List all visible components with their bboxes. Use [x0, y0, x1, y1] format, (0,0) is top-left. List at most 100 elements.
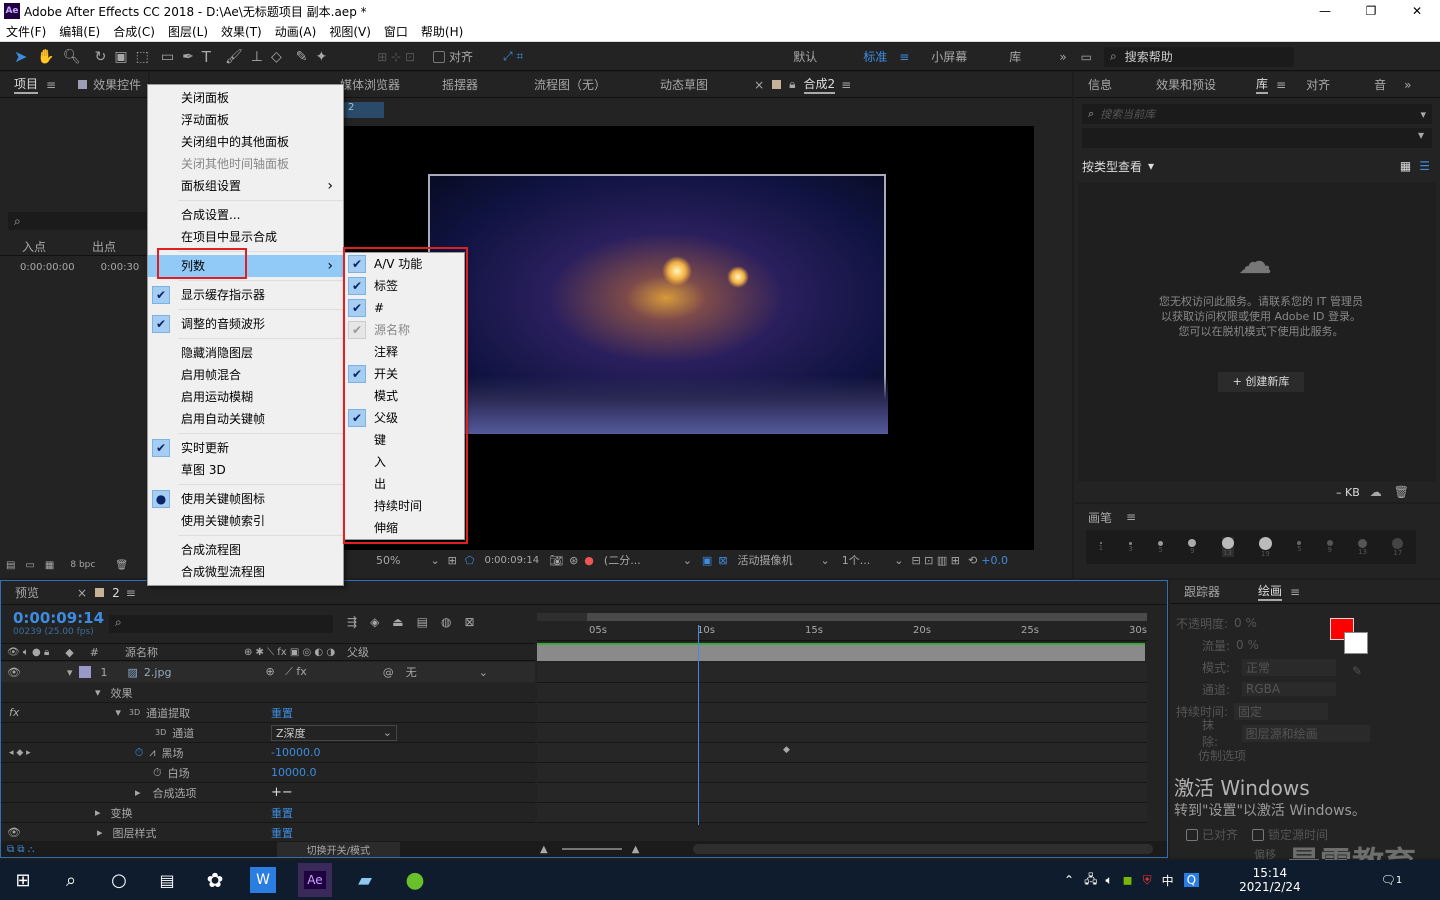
search-help-field[interactable]: ⌕ 搜索帮助 [1104, 46, 1294, 67]
menu-file[interactable]: 文件(F) [6, 23, 46, 40]
reset-exposure-icon[interactable]: ⟲ [968, 554, 977, 567]
new-folder-icon[interactable]: ▭ [25, 560, 34, 571]
timeline-timecode[interactable]: 0:00:09:14 [13, 609, 104, 627]
grid-toggle-icon[interactable]: ⊞ [448, 554, 457, 567]
frame-blending-icon[interactable]: ▤ [417, 615, 428, 629]
menu-edit[interactable]: 编辑(E) [59, 23, 100, 40]
rectangle-tool-icon[interactable]: ▭ [161, 49, 174, 65]
lock-icon[interactable]: 🔒︎ [789, 77, 795, 92]
eye-icon[interactable]: 👁︎ [7, 826, 21, 839]
brush-tool-icon[interactable]: 🖌︎ [225, 49, 243, 65]
brush-preset[interactable]: 13 [1221, 537, 1234, 557]
after-effects-task-icon[interactable]: Ae [298, 863, 332, 897]
menu-view[interactable]: 视图(V) [329, 23, 371, 40]
context-menu-item[interactable]: 关闭组中的其他面板 [148, 131, 343, 153]
tab-preview[interactable]: 预览 [15, 584, 39, 601]
tab-timeline-comp[interactable]: 2 [112, 586, 120, 600]
toggle-pixel-icon[interactable]: ⊟ ⊡ ▥ ⊞ [911, 554, 960, 567]
brush-preset[interactable]: 17 [1392, 537, 1404, 557]
grid-view-icon[interactable]: ▦ [1400, 159, 1411, 173]
notification-icon[interactable]: 🗨︎ [1381, 873, 1396, 887]
type-tool-icon[interactable]: T [202, 48, 211, 66]
library-search-field[interactable]: ⌕ 搜索当前库 ▾ [1082, 104, 1432, 124]
resolution-dropdown[interactable]: (二分... [604, 552, 641, 568]
tab-project[interactable]: 项目 [14, 75, 39, 94]
qq-icon[interactable]: Q [1183, 873, 1200, 887]
create-library-button[interactable]: + 创建新库 [1218, 372, 1304, 392]
tab-brushes[interactable]: 画笔 [1088, 509, 1112, 526]
tab-effect-controls[interactable]: 效果控件 [93, 76, 141, 93]
add-remove-buttons[interactable]: +− [271, 785, 293, 800]
expand-arrow-icon[interactable]: ▸ [95, 806, 101, 819]
menu-composition[interactable]: 合成(C) [113, 23, 155, 40]
more-tabs-icon[interactable]: » [1404, 78, 1411, 92]
hand-tool-icon[interactable]: ✋ [37, 49, 54, 65]
snapshot-icon[interactable]: 📷︎ [549, 554, 563, 567]
layer-label-color[interactable] [78, 666, 91, 678]
menu-window[interactable]: 窗口 [384, 23, 408, 40]
tab-paint[interactable]: 绘画 [1258, 582, 1283, 601]
tab-wiggler[interactable]: 摇摆器 [442, 76, 478, 93]
sync-settings-icon[interactable]: ▭ [1081, 50, 1092, 64]
search-icon[interactable]: ⌕ [54, 863, 88, 897]
playhead[interactable] [698, 625, 699, 825]
tray-chevron-icon[interactable]: ⌃ [1064, 873, 1074, 887]
paint-value[interactable]: 图层源和绘画 [1241, 724, 1370, 742]
footage-image[interactable] [428, 174, 888, 434]
time-ruler[interactable]: 05s 10s 15s 20s 25s 30s [537, 623, 1147, 641]
show-snapshot-icon[interactable]: ⊛ [569, 554, 578, 567]
toggle-switches-modes[interactable]: 切换开关/模式 [276, 841, 401, 857]
tab-media-browser[interactable]: 媒体浏览器 [340, 76, 400, 93]
timeline-hscroll[interactable] [693, 844, 1154, 854]
context-menu-item[interactable]: ✔ 调整的音频波形 [148, 313, 343, 335]
context-menu-item[interactable]: ✔ 显示缓存指示器 [148, 284, 343, 306]
volume-icon[interactable]: 🔈︎ [1105, 873, 1112, 888]
work-area-bar[interactable] [537, 613, 1147, 621]
panel-menu-icon[interactable]: ≡ [1126, 510, 1136, 524]
panel-menu-icon[interactable]: ≡ [1290, 585, 1300, 599]
minimize-button[interactable]: — [1302, 4, 1348, 18]
white-point-value[interactable]: 10000.0 [271, 766, 317, 779]
library-dropdown[interactable]: ▾ [1082, 128, 1432, 148]
panel-menu-icon[interactable]: ≡ [46, 78, 56, 92]
mask-visibility-icon[interactable]: ⬠ [465, 554, 475, 567]
zoom-in-icon[interactable]: ▲ [632, 844, 640, 855]
expand-arrow-icon[interactable]: ▸ [135, 786, 141, 799]
sync-cloud-icon[interactable]: ☁ [1370, 485, 1382, 499]
melon-app-icon[interactable]: ● [398, 863, 432, 897]
fan-app-icon[interactable]: ✿ [198, 863, 232, 897]
context-menu-item[interactable]: 合成设置... [148, 204, 343, 226]
expand-arrow-icon[interactable]: ▸ [97, 826, 103, 839]
context-menu-item[interactable]: 关闭其他时间轴面板 [148, 153, 343, 175]
menu-layer[interactable]: 图层(L) [168, 23, 208, 40]
tab-tracker[interactable]: 跟踪器 [1184, 583, 1220, 600]
context-menu-item[interactable]: 在项目中显示合成 [148, 226, 343, 248]
context-menu-item[interactable]: 关闭面板 [148, 87, 343, 109]
expand-arrow-icon[interactable]: ▾ [67, 666, 73, 679]
eraser-tool-icon[interactable]: ◇ [271, 49, 282, 65]
snap-options-icon[interactable]: ⤢ ⌗ [503, 49, 523, 64]
motion-blur-icon[interactable]: ◍ [441, 615, 451, 629]
brush-preset[interactable]: 19 [1258, 536, 1272, 558]
context-menu-item[interactable]: 启用运动模糊 [148, 386, 343, 408]
close-tab-icon[interactable]: × [754, 78, 764, 92]
layer-search[interactable]: ⌕ [109, 615, 333, 633]
current-time-display[interactable]: 0:00:09:14 [484, 555, 539, 566]
chevron-down-icon[interactable]: ⌄ [821, 554, 830, 567]
new-comp-icon[interactable]: ▦ [45, 560, 54, 571]
layer-duration-bar[interactable] [537, 643, 1145, 661]
context-menu-item[interactable]: ✔ 实时更新 [148, 437, 343, 459]
tab-align[interactable]: 对齐 [1306, 76, 1330, 93]
brush-preset[interactable]: 9 [1188, 539, 1197, 555]
paint-value[interactable]: 0 % [1234, 616, 1257, 630]
snap-checkbox[interactable] [433, 50, 445, 63]
clone-stamp-tool-icon[interactable]: ⊥ [251, 49, 263, 65]
tab-motion-sketch[interactable]: 动态草图 [660, 76, 708, 93]
brush-preset[interactable]: 13 [1358, 538, 1368, 556]
brush-preset[interactable]: 5 [1158, 540, 1164, 554]
security-icon[interactable]: ⛨ [1143, 873, 1152, 888]
stopwatch-icon[interactable]: ⏱︎ [153, 766, 162, 780]
pen-tool-icon[interactable]: ✒ [182, 49, 194, 65]
chevron-down-icon[interactable]: ⌄ [479, 666, 488, 679]
workspace-standard[interactable]: 标准 [863, 48, 887, 65]
